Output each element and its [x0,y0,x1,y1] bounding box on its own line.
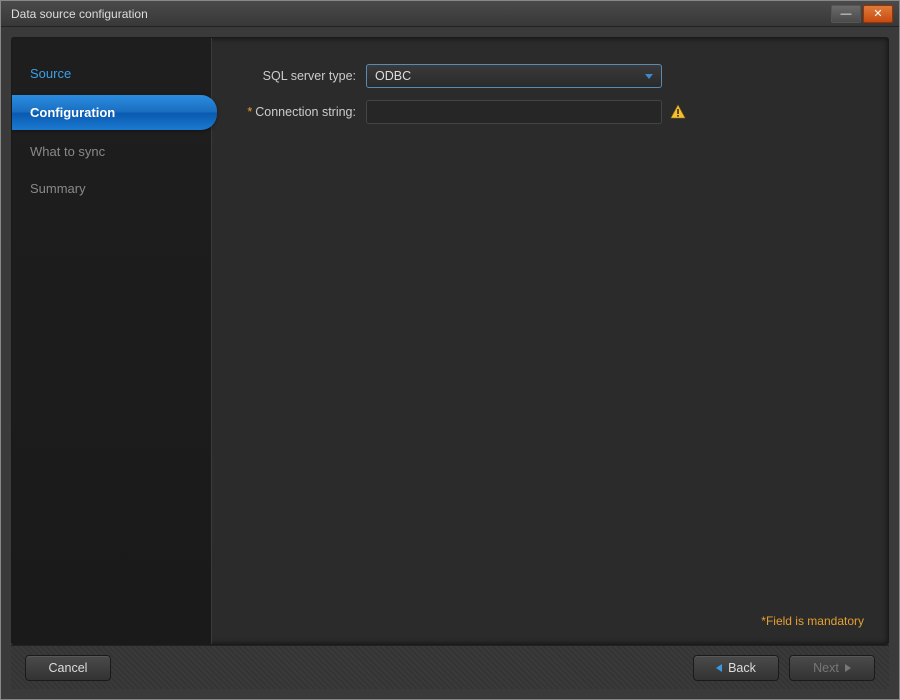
titlebar-buttons: — ✕ [831,5,893,23]
sidebar-item-what-to-sync[interactable]: What to sync [12,136,211,167]
mandatory-asterisk: * [247,105,252,119]
close-icon: ✕ [873,7,882,20]
dialog-window: Data source configuration — ✕ Source Con… [0,0,900,700]
button-label: Back [728,661,756,675]
titlebar: Data source configuration — ✕ [1,1,899,27]
chevron-right-icon [845,664,851,672]
back-button[interactable]: Back [693,655,779,681]
wizard-footer: Cancel Back Next [11,645,889,689]
button-label: Next [813,661,839,675]
sidebar-item-label: What to sync [30,144,105,159]
row-sql-server-type: SQL server type: ODBC [236,64,864,88]
form-area: SQL server type: ODBC *Connection string… [212,38,888,644]
label-text: Connection string: [255,105,356,119]
sidebar-item-summary[interactable]: Summary [12,173,211,204]
minimize-button[interactable]: — [831,5,861,23]
row-connection-string: *Connection string: [236,100,864,124]
chevron-down-icon [645,74,653,79]
window-title: Data source configuration [11,7,831,21]
next-button[interactable]: Next [789,655,875,681]
label-connection-string: *Connection string: [236,105,366,119]
close-button[interactable]: ✕ [863,5,893,23]
warning-icon [670,104,686,120]
wizard-sidebar: Source Configuration What to sync Summar… [12,38,212,644]
content-wrap: Source Configuration What to sync Summar… [1,27,899,699]
button-label: Cancel [49,661,88,675]
sidebar-item-label: Summary [30,181,86,196]
cancel-button[interactable]: Cancel [25,655,111,681]
minimize-icon: — [841,8,852,20]
sidebar-item-configuration[interactable]: Configuration [12,95,217,130]
sidebar-item-label: Source [30,66,71,81]
label-sql-server-type: SQL server type: [236,69,366,83]
select-sql-server-type[interactable]: ODBC [366,64,662,88]
mandatory-note: *Field is mandatory [761,614,864,628]
sidebar-item-label: Configuration [30,105,115,120]
input-connection-string[interactable] [366,100,662,124]
sidebar-item-source[interactable]: Source [12,58,211,89]
main-panel: Source Configuration What to sync Summar… [11,37,889,645]
select-value: ODBC [375,69,411,83]
chevron-left-icon [716,664,722,672]
